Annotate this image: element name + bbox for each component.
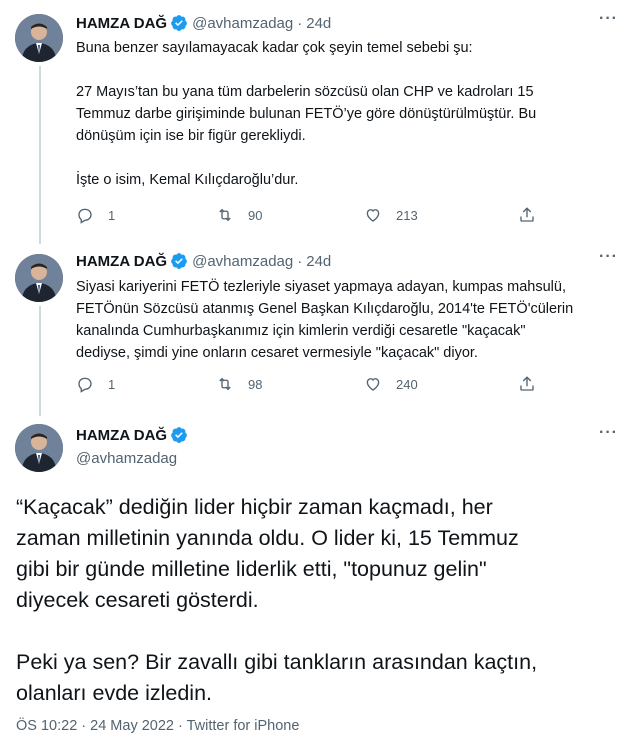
avatar[interactable] — [15, 14, 63, 62]
tweet-text-line: kanalında Cumhurbaşkanımız için kimlerin… — [76, 323, 526, 339]
verified-badge-icon — [171, 253, 187, 269]
reply-icon — [78, 377, 92, 393]
retweet-button[interactable]: 98 — [216, 375, 262, 393]
like-count: 240 — [396, 376, 418, 392]
tweet-text-line: Peki ya sen? Bir zavallı gibi tankların … — [16, 650, 538, 674]
tweet-text-line: olanları evde izledin. — [16, 681, 213, 705]
tweet-text-line: gibi bir günde milletine liderlik etti, … — [16, 557, 487, 581]
reply-icon — [78, 208, 92, 224]
share-icon — [520, 376, 534, 391]
share-icon — [520, 207, 534, 222]
share-button[interactable] — [518, 206, 536, 224]
tweet-time[interactable]: 24d — [306, 253, 331, 270]
reply-button[interactable]: 1 — [76, 375, 115, 393]
tweet-text-line: Buna benzer sayılamayacak kadar çok şeyi… — [76, 40, 473, 56]
retweet-count: 90 — [248, 207, 263, 223]
tweet-text-line: dönüşüm için ise bir figür gerekliydi. — [76, 128, 306, 144]
tweet-header: HAMZA DAĞ — [76, 426, 188, 444]
tweet-text-line: İşte o isim, Kemal Kılıçdaroğlu’dur. — [76, 172, 299, 188]
more-options-icon[interactable]: ··· — [599, 248, 618, 266]
thread-line — [39, 66, 41, 244]
display-name[interactable]: HAMZA DAĞ — [76, 427, 167, 444]
tweet-text-line: “Kaçacak” dediğin lider hiçbir zaman kaç… — [16, 495, 493, 519]
avatar-photo-icon — [15, 424, 63, 472]
retweet-icon — [219, 208, 231, 222]
like-button[interactable]: 240 — [364, 375, 418, 393]
tweet-actions: 1 98 240 — [76, 375, 556, 397]
user-handle[interactable]: @avhamzadag — [192, 15, 293, 32]
display-name[interactable]: HAMZA DAĞ — [76, 253, 167, 270]
share-button[interactable] — [518, 375, 536, 393]
avatar-photo-icon — [15, 14, 63, 62]
separator-dot: · — [297, 14, 303, 32]
tweet-actions: 1 90 213 — [76, 206, 556, 228]
reply-count: 1 — [108, 376, 116, 392]
tweet-text: Siyasi kariyerini FETÖ tezleriyle siyase… — [76, 276, 616, 364]
display-name[interactable]: HAMZA DAĞ — [76, 15, 167, 32]
like-count: 213 — [396, 207, 418, 223]
retweet-count: 98 — [248, 376, 263, 392]
tweet-header: HAMZA DAĞ @avhamzadag · 24d — [76, 252, 331, 270]
reply-button[interactable]: 1 — [76, 206, 115, 224]
like-button[interactable]: 213 — [364, 206, 418, 224]
reply-count: 1 — [108, 207, 116, 223]
user-handle[interactable]: @avhamzadag — [76, 450, 177, 467]
more-options-icon[interactable]: ··· — [599, 10, 618, 28]
verified-badge-icon — [171, 15, 187, 31]
tweet-text-line: diyecek cesareti gösterdi. — [16, 588, 259, 612]
tweet-timestamp-source[interactable]: ÖS 10:22 · 24 May 2022 · Twitter for iPh… — [16, 718, 299, 734]
avatar-photo-icon — [15, 254, 63, 302]
tweet-text-line: FETÖnün Sözcüsü atanmış Genel Başkan Kıl… — [76, 301, 574, 317]
heart-icon — [366, 209, 380, 222]
tweet-text: “Kaçacak” dediğin lider hiçbir zaman kaç… — [16, 492, 626, 709]
tweet-text-line: 27 Mayıs’tan bu yana tüm darbelerin sözc… — [76, 84, 534, 100]
heart-icon — [366, 378, 380, 391]
more-options-icon[interactable]: ··· — [599, 424, 618, 442]
tweet-text-line: Siyasi kariyerini FETÖ tezleriyle siyase… — [76, 279, 566, 295]
tweet-text-line: zaman milletinin yanında oldu. O lider k… — [16, 526, 519, 550]
tweet-text: Buna benzer sayılamayacak kadar çok şeyi… — [76, 37, 616, 191]
thread-line — [39, 306, 41, 416]
tweet-subheader: @avhamzadag — [76, 450, 177, 467]
tweet-text-line: Temmuz darbe girişiminde bulunan FETÖ’ye… — [76, 106, 537, 122]
separator-dot: · — [297, 252, 303, 270]
tweet-time[interactable]: 24d — [306, 15, 331, 32]
retweet-icon — [219, 377, 231, 391]
avatar[interactable] — [15, 254, 63, 302]
tweet-text-line: dediyse, şimdi yine onların cesaret verm… — [76, 345, 478, 361]
retweet-button[interactable]: 90 — [216, 206, 262, 224]
verified-badge-icon — [171, 427, 187, 443]
avatar[interactable] — [15, 424, 63, 472]
user-handle[interactable]: @avhamzadag — [192, 253, 293, 270]
tweet-header: HAMZA DAĞ @avhamzadag · 24d — [76, 14, 331, 32]
